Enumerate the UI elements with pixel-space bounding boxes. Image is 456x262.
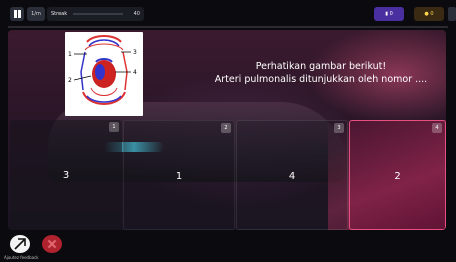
submit-button[interactable]: [10, 235, 30, 253]
streak-bar: Streak 40: [47, 7, 144, 21]
diagram-label-1: 1: [68, 51, 72, 58]
streak-points: 40: [133, 11, 140, 17]
question-line-2: Arteri pulmonalis ditunjukkan oleh nomor…: [214, 74, 428, 85]
answer-option-2[interactable]: 2 1: [123, 120, 235, 230]
question-line-1: Perhatikan gambar berikut!: [255, 61, 387, 72]
progress-line: [8, 26, 448, 28]
option-text: 4: [288, 171, 296, 182]
option-text: 3: [62, 170, 70, 181]
powerup-icon: ▮: [385, 11, 388, 17]
option-number-badge: 1: [109, 122, 119, 132]
speed-toggle-button[interactable]: 1/m: [27, 7, 45, 21]
powerups-button[interactable]: ▮ 0: [374, 7, 404, 21]
diagram-label-3: 3: [133, 49, 137, 56]
option-number-badge: 3: [334, 123, 344, 133]
coins-count: 0: [430, 11, 434, 17]
answer-option-3[interactable]: 3 4: [236, 120, 348, 230]
answer-option-4[interactable]: 4 2: [349, 120, 446, 230]
footer-caption: Ajoutez feedback: [4, 255, 39, 260]
menu-button[interactable]: [448, 7, 456, 21]
diagram-label-4: 4: [133, 69, 137, 76]
coin-icon: ●: [424, 11, 429, 17]
question-image: 1 2 3 4: [65, 32, 143, 116]
pause-button[interactable]: [10, 7, 24, 21]
diagram-label-2: 2: [68, 77, 72, 84]
powerups-count: 0: [389, 11, 393, 17]
option-number-badge: 4: [432, 123, 442, 133]
quiz-panel: 1 2 3 4 Perhatikan gambar berikut! Arter…: [8, 30, 446, 230]
option-text: 2: [394, 171, 401, 182]
streak-track: [73, 13, 123, 15]
streak-label: Streak: [51, 11, 68, 17]
top-bar: 1/m Streak 40 ▮ 0 ● 0: [0, 0, 456, 28]
coins-badge: ● 0: [414, 7, 444, 21]
question-text: Perhatikan gambar berikut! Arteri pulmon…: [204, 60, 438, 86]
option-text: 1: [175, 171, 183, 182]
send-icon: [14, 238, 26, 250]
heart-diagram: 1 2 3 4: [68, 35, 137, 105]
option-number-badge: 2: [221, 123, 231, 133]
cancel-button[interactable]: [42, 235, 62, 253]
answer-option-1[interactable]: 1 3: [10, 120, 122, 230]
